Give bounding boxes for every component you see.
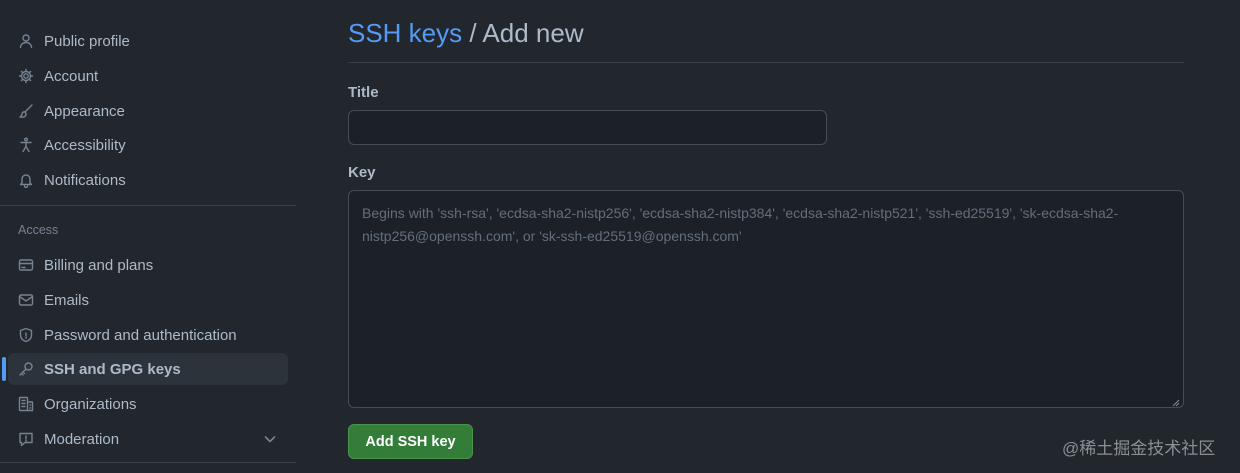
sidebar-item-label: Password and authentication	[44, 326, 237, 344]
sidebar-item-label: Account	[44, 67, 99, 85]
sidebar-item-notifications[interactable]: Notifications	[8, 164, 288, 196]
title-label: Title	[348, 84, 379, 101]
gear-icon	[18, 68, 34, 84]
sidebar-item-password[interactable]: Password and authentication	[8, 319, 288, 351]
sidebar-item-label: Accessibility	[44, 136, 126, 154]
bell-icon	[18, 172, 34, 188]
report-icon	[18, 431, 34, 447]
page-title: SSH keys / Add new	[348, 18, 584, 49]
watermark: @稀土掘金技术社区	[1062, 439, 1216, 458]
title-divider	[348, 62, 1184, 63]
add-ssh-key-button[interactable]: Add SSH key	[348, 424, 473, 459]
sidebar-divider	[0, 205, 296, 206]
sidebar-item-label: Notifications	[44, 171, 126, 189]
sidebar-section-heading: Access	[18, 223, 59, 237]
sidebar-item-label: Emails	[44, 291, 90, 309]
resize-handle-icon[interactable]	[1170, 394, 1180, 407]
person-icon	[18, 33, 34, 49]
settings-page: Public profile Account Appearance Access…	[0, 0, 1240, 473]
sidebar-item-label: SSH and GPG keys	[44, 360, 181, 378]
sidebar-item-appearance[interactable]: Appearance	[8, 95, 288, 127]
chevron-down-icon[interactable]	[262, 431, 278, 447]
breadcrumb-ssh-keys-link[interactable]: SSH keys	[348, 18, 462, 48]
sidebar-item-label: Public profile	[44, 32, 130, 50]
key-textarea[interactable]	[348, 190, 1184, 408]
shield-icon	[18, 327, 34, 343]
sidebar-item-label: Billing and plans	[44, 256, 154, 274]
sidebar-item-label: Organizations	[44, 395, 137, 413]
credit-card-icon	[18, 257, 34, 273]
title-input[interactable]	[348, 110, 827, 145]
sidebar-item-ssh-gpg-keys[interactable]: SSH and GPG keys	[2, 353, 288, 385]
sidebar-item-moderation[interactable]: Moderation	[8, 423, 288, 455]
active-indicator	[2, 357, 6, 381]
mail-icon	[18, 292, 34, 308]
sidebar-divider	[0, 462, 296, 463]
accessibility-icon	[18, 137, 34, 153]
sidebar-item-accessibility[interactable]: Accessibility	[8, 129, 288, 161]
sidebar-item-emails[interactable]: Emails	[8, 284, 288, 316]
sidebar-item-account[interactable]: Account	[8, 60, 288, 92]
key-icon	[18, 361, 34, 377]
sidebar-item-billing[interactable]: Billing and plans	[8, 249, 288, 281]
breadcrumb-current: Add new	[482, 18, 584, 48]
sidebar-item-organizations[interactable]: Organizations	[8, 388, 288, 420]
settings-sidebar: Public profile Account Appearance Access…	[0, 0, 296, 473]
key-label: Key	[348, 164, 376, 181]
paintbrush-icon	[18, 103, 34, 119]
organization-icon	[18, 396, 34, 412]
sidebar-item-label: Moderation	[44, 430, 120, 448]
sidebar-item-label: Appearance	[44, 102, 125, 120]
sidebar-item-public-profile[interactable]: Public profile	[8, 25, 288, 57]
breadcrumb-separator: /	[469, 18, 477, 48]
